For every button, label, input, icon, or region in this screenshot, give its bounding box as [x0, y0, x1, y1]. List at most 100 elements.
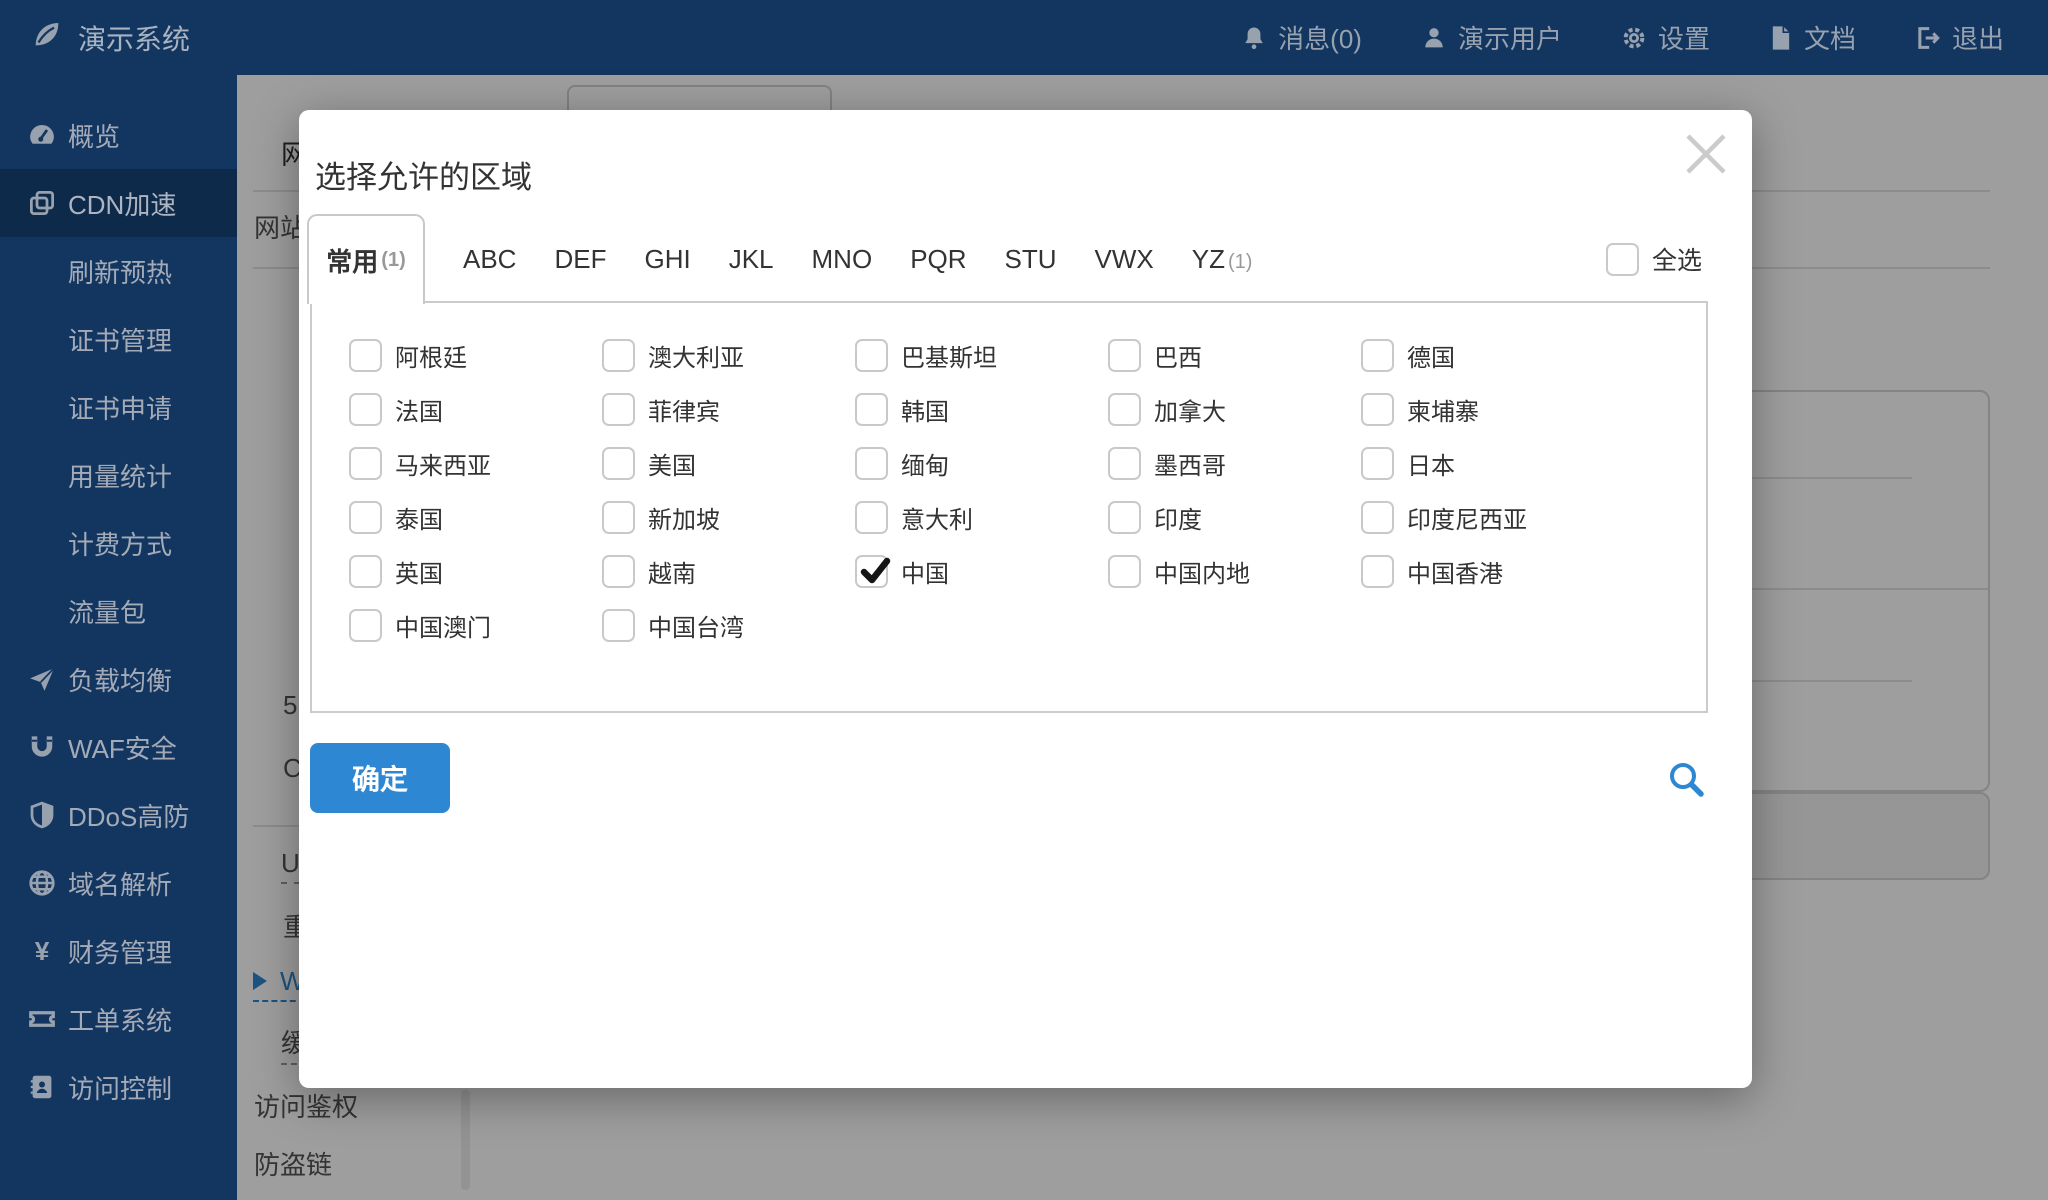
region-item-泰国[interactable]: 泰国 — [349, 490, 602, 544]
checkbox[interactable] — [1361, 392, 1394, 426]
navbar-item-2[interactable]: 设置 — [1620, 19, 1710, 56]
confirm-button[interactable]: 确定 — [310, 743, 450, 813]
region-label: 中国澳门 — [395, 614, 491, 642]
checkbox[interactable] — [602, 500, 635, 534]
select-all-checkbox[interactable] — [1605, 242, 1639, 276]
region-item-新加坡[interactable]: 新加坡 — [602, 490, 855, 544]
close-icon[interactable] — [1676, 124, 1736, 184]
tab-bar: 常用 (1) ABC DEF GHI JKL MNO PQR STU VWX YZ (1) — [307, 214, 1253, 304]
region-item-缅甸[interactable]: 缅甸 — [855, 436, 1108, 490]
region-item-越南[interactable]: 越南 — [602, 544, 855, 598]
tab-常用[interactable]: 常用 (1) — [307, 214, 425, 304]
gauge-icon — [26, 120, 58, 150]
tab-GHI[interactable]: GHI — [644, 244, 690, 275]
region-label: 日本 — [1407, 452, 1455, 480]
navbar-item-1[interactable]: 演示用户 — [1420, 19, 1562, 56]
checkbox[interactable] — [602, 446, 635, 480]
select-all-toggle[interactable]: 全选 — [1605, 215, 1702, 303]
sidebar-item-证书申请[interactable]: 证书申请 — [0, 373, 237, 441]
region-item-中国香港[interactable]: 中国香港 — [1361, 544, 1614, 598]
tab-STU[interactable]: STU — [1005, 244, 1057, 275]
region-item-德国[interactable]: 德国 — [1361, 328, 1614, 382]
region-item-中国澳门[interactable]: 中国澳门 — [349, 598, 602, 652]
sidebar-item-域名解析[interactable]: 域名解析 — [0, 849, 237, 917]
region-item-英国[interactable]: 英国 — [349, 544, 602, 598]
navbar-item-3[interactable]: 文档 — [1768, 19, 1856, 56]
navbar-item-4[interactable]: 退出 — [1914, 19, 2004, 56]
checkbox[interactable] — [1108, 446, 1141, 480]
region-item-法国[interactable]: 法国 — [349, 382, 602, 436]
region-item-巴基斯坦[interactable]: 巴基斯坦 — [855, 328, 1108, 382]
region-label: 法国 — [395, 398, 443, 426]
region-item-菲律宾[interactable]: 菲律宾 — [602, 382, 855, 436]
tab-JKL[interactable]: JKL — [729, 244, 774, 275]
checkbox[interactable] — [855, 500, 888, 534]
region-item-马来西亚[interactable]: 马来西亚 — [349, 436, 602, 490]
sidebar-item-计费方式[interactable]: 计费方式 — [0, 509, 237, 577]
navbar-item-0[interactable]: 消息(0) — [1240, 19, 1362, 56]
tab-YZ[interactable]: YZ (1) — [1192, 244, 1253, 275]
checkbox[interactable] — [349, 392, 382, 426]
sidebar-item-证书管理[interactable]: 证书管理 — [0, 305, 237, 373]
region-item-中国内地[interactable]: 中国内地 — [1108, 544, 1361, 598]
region-item-印度尼西亚[interactable]: 印度尼西亚 — [1361, 490, 1614, 544]
sidebar-item-财务管理[interactable]: ¥ 财务管理 — [0, 917, 237, 985]
checkbox[interactable] — [855, 446, 888, 480]
checkbox[interactable] — [1361, 338, 1394, 372]
sidebar-item-用量统计[interactable]: 用量统计 — [0, 441, 237, 509]
sidebar-item-负载均衡[interactable]: 负载均衡 — [0, 645, 237, 713]
region-item-中国[interactable]: 中国 — [855, 544, 1108, 598]
svg-text:¥: ¥ — [35, 936, 50, 966]
checkbox[interactable] — [349, 608, 382, 642]
checkbox[interactable] — [602, 608, 635, 642]
region-item-阿根廷[interactable]: 阿根廷 — [349, 328, 602, 382]
region-label: 加拿大 — [1154, 398, 1226, 426]
region-item-印度[interactable]: 印度 — [1108, 490, 1361, 544]
region-label: 意大利 — [901, 506, 973, 534]
checkbox[interactable] — [349, 446, 382, 480]
sidebar-item-WAF安全[interactable]: WAF安全 — [0, 713, 237, 781]
sidebar-item-概览[interactable]: 概览 — [0, 101, 237, 169]
checkbox[interactable] — [1361, 500, 1394, 534]
region-item-日本[interactable]: 日本 — [1361, 436, 1614, 490]
region-item-意大利[interactable]: 意大利 — [855, 490, 1108, 544]
sidebar-item-DDoS高防[interactable]: DDoS高防 — [0, 781, 237, 849]
tab-PQR[interactable]: PQR — [910, 244, 966, 275]
sidebar-item-CDN加速[interactable]: CDN加速 — [0, 169, 237, 237]
checkbox[interactable] — [855, 554, 891, 588]
tab-MNO[interactable]: MNO — [812, 244, 873, 275]
checkbox[interactable] — [1361, 446, 1394, 480]
sidebar-item-工单系统[interactable]: 工单系统 — [0, 985, 237, 1053]
region-item-美国[interactable]: 美国 — [602, 436, 855, 490]
checkbox[interactable] — [602, 392, 635, 426]
checkbox[interactable] — [349, 500, 382, 534]
region-item-巴西[interactable]: 巴西 — [1108, 328, 1361, 382]
region-item-中国台湾[interactable]: 中国台湾 — [602, 598, 855, 652]
checkbox[interactable] — [1108, 500, 1141, 534]
region-item-澳大利亚[interactable]: 澳大利亚 — [602, 328, 855, 382]
checkbox[interactable] — [1108, 392, 1141, 426]
checkbox[interactable] — [602, 338, 635, 372]
region-item-韩国[interactable]: 韩国 — [855, 382, 1108, 436]
checkbox[interactable] — [349, 338, 382, 372]
checkbox[interactable] — [602, 554, 635, 588]
checkbox[interactable] — [349, 554, 382, 588]
region-item-墨西哥[interactable]: 墨西哥 — [1108, 436, 1361, 490]
checkbox[interactable] — [1108, 338, 1141, 372]
region-item-柬埔寨[interactable]: 柬埔寨 — [1361, 382, 1614, 436]
tab-label: STU — [1004, 243, 1057, 274]
tab-ABC[interactable]: ABC — [463, 244, 516, 275]
sidebar-item-访问控制[interactable]: 访问控制 — [0, 1053, 237, 1121]
dialog-title: 选择允许的区域 — [315, 160, 532, 195]
search-icon[interactable] — [1667, 760, 1707, 800]
sidebar-item-流量包[interactable]: 流量包 — [0, 577, 237, 645]
tab-VWX[interactable]: VWX — [1095, 244, 1154, 275]
checkbox[interactable] — [855, 392, 888, 426]
tab-DEF[interactable]: DEF — [554, 244, 606, 275]
checkbox[interactable] — [1108, 554, 1141, 588]
checkbox[interactable] — [1361, 554, 1394, 588]
region-select-dialog: 选择允许的区域 常用 (1) ABC DEF GHI JKL MNO PQR STU VWX YZ(… — [299, 110, 1752, 1088]
checkbox[interactable] — [855, 338, 888, 372]
sidebar-item-刷新预热[interactable]: 刷新预热 — [0, 237, 237, 305]
region-item-加拿大[interactable]: 加拿大 — [1108, 382, 1361, 436]
